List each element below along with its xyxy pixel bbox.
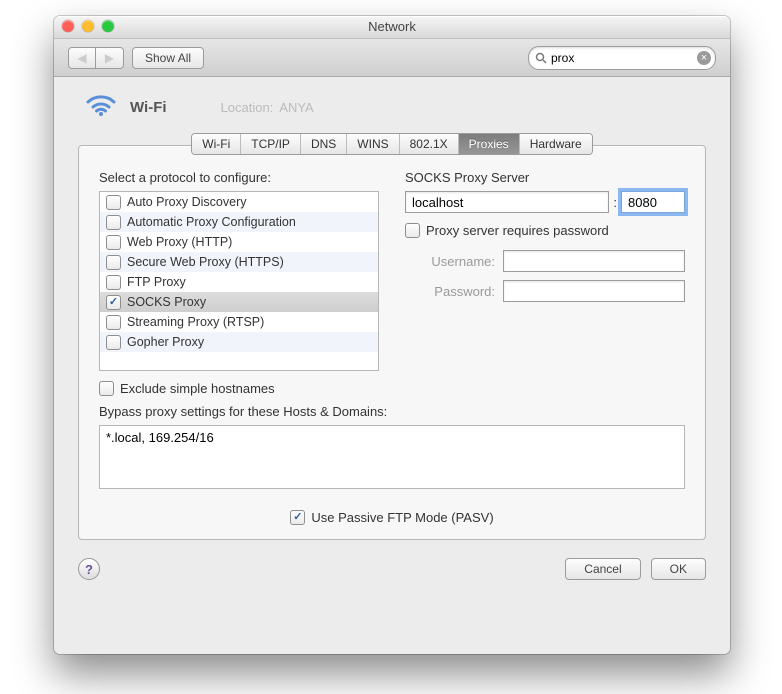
requires-password-label: Proxy server requires password xyxy=(426,223,609,238)
back-button[interactable]: ◀ xyxy=(68,47,96,69)
proxy-port-input[interactable] xyxy=(621,191,685,213)
protocol-label: SOCKS Proxy xyxy=(127,295,206,309)
tab-dns[interactable]: DNS xyxy=(300,134,346,154)
window-title: Network xyxy=(368,19,416,34)
tab-proxies[interactable]: Proxies xyxy=(458,134,519,154)
exclude-hostnames-checkbox[interactable] xyxy=(99,381,114,396)
preferences-window: Network ◀ ▶ Show All × Wi-Fi Location: A… xyxy=(54,16,730,654)
proxy-host-input[interactable] xyxy=(405,191,609,213)
protocol-label: Secure Web Proxy (HTTPS) xyxy=(127,255,284,269)
protocol-checkbox[interactable] xyxy=(106,275,121,290)
close-icon[interactable] xyxy=(62,20,74,32)
bypass-label: Bypass proxy settings for these Hosts & … xyxy=(99,404,685,419)
password-input xyxy=(503,280,685,302)
ok-button[interactable]: OK xyxy=(651,558,706,580)
protocol-checkbox[interactable] xyxy=(106,315,121,330)
protocol-checkbox[interactable] xyxy=(106,215,121,230)
exclude-hostnames-label: Exclude simple hostnames xyxy=(120,381,275,396)
protocol-row[interactable]: Streaming Proxy (RTSP) xyxy=(100,312,378,332)
search-icon xyxy=(535,52,547,64)
bypass-hosts-textarea[interactable] xyxy=(99,425,685,489)
tab-bar: Wi-FiTCP/IPDNSWINS802.1XProxiesHardware xyxy=(78,133,706,155)
pane-header: Wi-Fi Location: ANYA xyxy=(78,95,706,119)
footer: ? Cancel OK xyxy=(78,558,706,580)
protocol-label: Auto Proxy Discovery xyxy=(127,195,246,209)
protocol-label: Streaming Proxy (RTSP) xyxy=(127,315,264,329)
titlebar[interactable]: Network xyxy=(54,16,730,39)
protocol-row[interactable]: Secure Web Proxy (HTTPS) xyxy=(100,252,378,272)
nav-segment: ◀ ▶ xyxy=(68,47,124,69)
search-input[interactable] xyxy=(547,51,697,65)
protocol-checkbox[interactable] xyxy=(106,255,121,270)
protocol-row[interactable]: Auto Proxy Discovery xyxy=(100,192,378,212)
connection-title: Wi-Fi xyxy=(130,99,167,116)
username-label: Username: xyxy=(405,254,495,269)
location-value: ANYA xyxy=(279,100,313,115)
chevron-right-icon: ▶ xyxy=(105,51,114,65)
wifi-icon xyxy=(86,95,116,119)
location-label: Location: xyxy=(221,100,274,115)
tab-hardware[interactable]: Hardware xyxy=(519,134,592,154)
protocol-row[interactable]: Automatic Proxy Configuration xyxy=(100,212,378,232)
protocol-row[interactable]: Web Proxy (HTTP) xyxy=(100,232,378,252)
show-all-button[interactable]: Show All xyxy=(132,47,204,69)
protocol-label: Gopher Proxy xyxy=(127,335,204,349)
requires-password-checkbox[interactable] xyxy=(405,223,420,238)
help-icon: ? xyxy=(85,562,93,577)
protocol-label: FTP Proxy xyxy=(127,275,186,289)
protocol-select-label: Select a protocol to configure: xyxy=(99,170,379,185)
protocol-checkbox[interactable] xyxy=(106,295,121,310)
passive-ftp-label: Use Passive FTP Mode (PASV) xyxy=(311,510,493,525)
proxy-server-title: SOCKS Proxy Server xyxy=(405,170,685,185)
protocol-checkbox[interactable] xyxy=(106,235,121,250)
tab-8021x[interactable]: 802.1X xyxy=(399,134,458,154)
protocol-checkbox[interactable] xyxy=(106,195,121,210)
protocol-label: Web Proxy (HTTP) xyxy=(127,235,232,249)
protocol-list[interactable]: Auto Proxy Discovery Automatic Proxy Conf… xyxy=(99,191,379,371)
minimize-icon[interactable] xyxy=(82,20,94,32)
traffic-lights xyxy=(62,20,114,32)
tab-wins[interactable]: WINS xyxy=(346,134,398,154)
chevron-left-icon: ◀ xyxy=(77,51,86,65)
proxies-sheet: Select a protocol to configure: Auto Pro… xyxy=(78,145,706,540)
username-input xyxy=(503,250,685,272)
search-field[interactable]: × xyxy=(528,46,716,70)
passive-ftp-checkbox[interactable] xyxy=(290,510,305,525)
tab-wifi[interactable]: Wi-Fi xyxy=(192,134,240,154)
help-button[interactable]: ? xyxy=(78,558,100,580)
forward-button[interactable]: ▶ xyxy=(96,47,124,69)
host-port-separator: : xyxy=(613,195,617,210)
toolbar: ◀ ▶ Show All × xyxy=(54,39,730,77)
tab-tcpip[interactable]: TCP/IP xyxy=(240,134,300,154)
protocol-row[interactable]: FTP Proxy xyxy=(100,272,378,292)
zoom-icon[interactable] xyxy=(102,20,114,32)
cancel-button[interactable]: Cancel xyxy=(565,558,640,580)
protocol-row[interactable]: SOCKS Proxy xyxy=(100,292,378,312)
protocol-checkbox[interactable] xyxy=(106,335,121,350)
clear-search-button[interactable]: × xyxy=(697,51,711,65)
password-label: Password: xyxy=(405,284,495,299)
protocol-label: Automatic Proxy Configuration xyxy=(127,215,296,229)
protocol-row[interactable]: Gopher Proxy xyxy=(100,332,378,352)
